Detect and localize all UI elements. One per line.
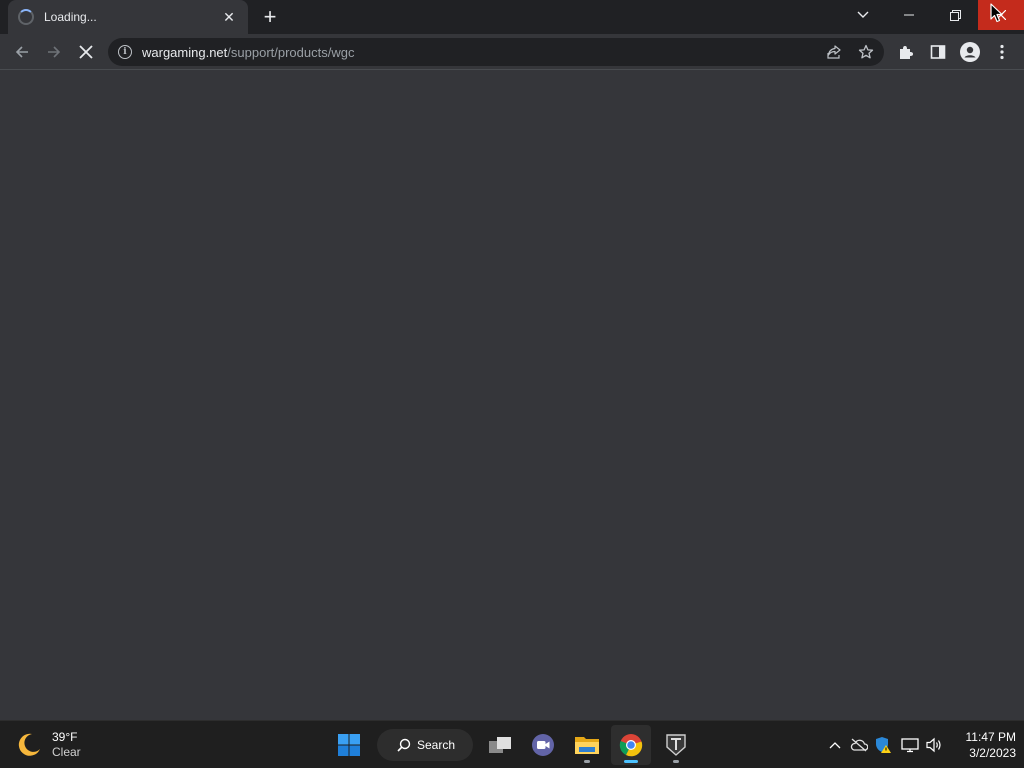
onedrive-tray-icon[interactable] [848, 733, 870, 757]
stop-loading-button[interactable] [72, 38, 100, 66]
chrome-taskbar-button[interactable] [611, 725, 651, 765]
url-path: /support/products/wgc [227, 44, 355, 60]
world-of-tanks-button[interactable] [656, 725, 696, 765]
moon-icon [18, 733, 40, 756]
windows-security-tray-icon[interactable] [872, 733, 894, 757]
windows-taskbar: 39°F Clear Search 11:47 PM 3/2/2023 [0, 720, 1024, 768]
weather-condition: Clear [52, 745, 81, 759]
task-view-icon [489, 737, 511, 753]
star-icon [858, 44, 874, 59]
loading-spinner-icon [18, 9, 34, 25]
chevron-down-icon [857, 11, 869, 18]
world-of-tanks-icon [666, 734, 686, 756]
volume-tray-icon[interactable] [923, 733, 945, 757]
mouse-cursor-icon [990, 3, 1003, 23]
taskbar-search[interactable]: Search [377, 729, 473, 761]
page-content-area[interactable] [0, 70, 1024, 720]
chrome-icon [619, 734, 643, 757]
tab-close-button[interactable]: ✕ [220, 8, 238, 26]
search-icon [397, 738, 411, 752]
share-icon [827, 45, 841, 59]
chevron-up-icon [829, 742, 841, 749]
puzzle-icon [900, 46, 913, 59]
kebab-menu-icon [1000, 44, 1004, 60]
tab-search-button[interactable] [840, 0, 886, 30]
file-explorer-icon [575, 737, 599, 754]
restore-button[interactable] [932, 0, 978, 30]
system-clock[interactable]: 11:47 PM 3/2/2023 [952, 729, 1016, 761]
stop-icon [79, 45, 93, 59]
show-hidden-icons-button[interactable] [824, 733, 846, 757]
chrome-menu-button[interactable] [988, 38, 1016, 66]
network-tray-icon[interactable] [899, 733, 921, 757]
minimize-icon [904, 14, 914, 16]
start-button[interactable] [329, 725, 369, 765]
volume-icon [926, 737, 941, 753]
browser-tab-active[interactable]: Loading... ✕ [8, 0, 248, 34]
running-indicator [673, 760, 679, 763]
onedrive-offline-icon [850, 738, 868, 752]
restore-icon [949, 9, 961, 21]
bookmark-star-button[interactable] [852, 38, 880, 66]
back-button[interactable] [8, 38, 36, 66]
search-label: Search [417, 738, 456, 752]
profile-button[interactable] [956, 38, 984, 66]
info-icon[interactable]: i [118, 45, 132, 59]
teams-chat-button[interactable] [523, 725, 563, 765]
side-panel-icon [930, 45, 946, 59]
clock-date: 3/2/2023 [969, 746, 1016, 760]
side-panel-button[interactable] [924, 38, 952, 66]
minimize-button[interactable] [886, 0, 932, 30]
network-icon [901, 738, 919, 753]
weather-widget[interactable]: 39°F Clear [16, 729, 81, 761]
tab-title: Loading... [44, 10, 97, 24]
back-arrow-icon [15, 46, 28, 58]
new-tab-button[interactable]: + [258, 5, 282, 29]
extensions-button[interactable] [892, 38, 920, 66]
active-indicator [624, 760, 638, 763]
clock-time: 11:47 PM [965, 730, 1016, 744]
running-indicator [584, 760, 590, 763]
forward-button[interactable] [40, 38, 68, 66]
profile-icon [960, 42, 980, 62]
browser-toolbar: i wargaming.net/support/products/wgc [0, 34, 1024, 70]
url-host: wargaming.net [142, 44, 228, 60]
share-button[interactable] [820, 38, 848, 66]
url-text[interactable]: wargaming.net/support/products/wgc [142, 45, 354, 60]
file-explorer-button[interactable] [567, 725, 607, 765]
windows-security-warning-icon [876, 737, 891, 753]
windows-start-icon [338, 734, 360, 756]
address-bar[interactable]: i wargaming.net/support/products/wgc [108, 38, 884, 66]
forward-arrow-icon [48, 46, 61, 58]
weather-temperature: 39°F [52, 730, 78, 744]
tab-strip: Loading... ✕ + [0, 0, 1024, 34]
task-view-button[interactable] [480, 725, 520, 765]
teams-chat-icon [532, 734, 554, 756]
